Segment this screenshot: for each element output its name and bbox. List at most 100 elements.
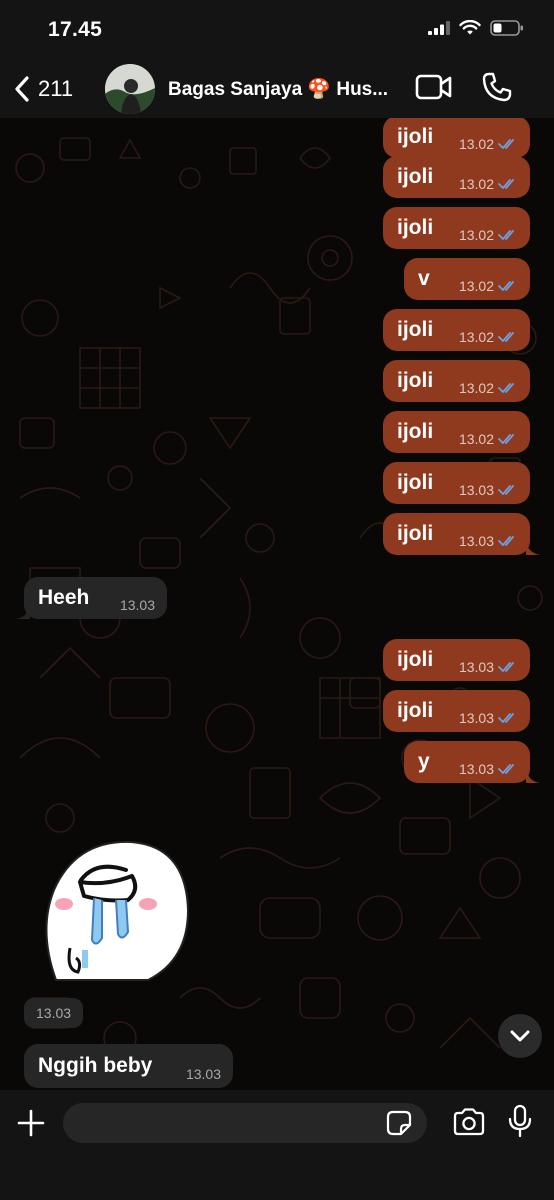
phone-icon [482,72,512,102]
video-call-button[interactable] [415,73,453,106]
message-meta: 13.02 [459,380,518,396]
message-time: 13.03 [458,482,494,498]
message-text: ijoli [397,318,434,341]
message-meta: 13.03 [459,659,518,675]
double-check-read-icon [498,536,514,546]
message-meta: 13.02 [459,136,518,152]
message-text: ijoli [397,471,434,494]
message-text: ijoli [397,648,434,671]
message-meta: 13.02 [459,176,518,192]
message-time: 13.03 [458,533,494,549]
message-text: Nggih beby [38,1054,153,1077]
crying-sticker[interactable] [36,830,196,982]
voice-message-button[interactable] [507,1104,533,1143]
status-bar: 17.45 [0,0,554,60]
message-text: Heeh [38,586,90,609]
message-text: ijoli [397,420,434,443]
camera-icon [453,1108,485,1136]
input-bar [0,1090,554,1200]
status-icons [428,20,524,36]
message-time: 13.03 [185,1066,221,1082]
plus-icon [17,1109,45,1137]
sticker-icon [386,1110,412,1136]
message-time: 13.02 [458,380,494,396]
message-text: v [418,267,430,290]
double-check-read-icon [498,662,514,672]
message-bubble-outgoing[interactable]: v 13.02 [404,258,530,300]
scroll-to-bottom-button[interactable] [498,1014,542,1058]
message-meta: 13.03 [120,597,155,613]
message-text: ijoli [397,216,434,239]
message-meta: 13.02 [459,278,518,294]
message-bubble-outgoing[interactable]: ijoli 13.02 [383,360,530,402]
double-check-read-icon [498,230,514,240]
avatar[interactable] [105,64,155,114]
message-bubble-outgoing[interactable]: ijoli 13.02 [383,207,530,249]
message-meta: 13.02 [459,227,518,243]
chevron-left-icon [15,76,29,102]
message-meta: 13.03 [459,482,518,498]
bubble-tail [16,605,30,619]
attach-button[interactable] [16,1108,46,1143]
message-bubble-outgoing[interactable]: y 13.03 [404,741,540,783]
message-bubble-outgoing[interactable]: ijoli 13.02 [383,309,530,351]
message-time: 13.03 [458,710,494,726]
double-check-read-icon [498,485,514,495]
message-bubble-incoming[interactable]: Nggih beby 13.03 [24,1044,233,1088]
contact-name[interactable]: Bagas Sanjaya 🍄 Hus... [168,77,400,101]
avatar-photo [105,64,155,114]
double-check-read-icon [498,332,514,342]
message-input[interactable] [63,1103,427,1143]
status-time: 17.45 [48,18,103,41]
bubble-tail [526,769,540,783]
message-time: 13.02 [458,227,494,243]
message-text: y [418,750,430,773]
double-check-read-icon [498,281,514,291]
camera-button[interactable] [452,1108,486,1141]
sticker-button[interactable] [386,1110,412,1141]
message-text: ijoli [397,165,434,188]
sticker-time: 13.03 [24,998,84,1028]
video-camera-icon [415,74,452,100]
double-check-read-icon [498,179,514,189]
message-meta: 13.03 [186,1066,221,1082]
message-meta: 13.03 [459,533,518,549]
message-meta: 13.03 [459,761,518,777]
double-check-read-icon [498,764,514,774]
microphone-icon [508,1104,532,1138]
message-time: 13.03 [119,597,155,613]
message-bubble-outgoing[interactable]: ijoli 13.03 [383,639,530,681]
message-bubble-outgoing[interactable]: ijoli 13.03 [383,690,530,732]
message-bubble-outgoing[interactable]: ijoli 13.03 [383,513,540,555]
message-time: 13.03 [458,761,494,777]
message-time: 13.02 [458,176,494,192]
voice-call-button[interactable] [481,71,513,108]
message-text: ijoli [397,699,434,722]
bubble-tail [526,541,540,555]
message-text: ijoli [397,369,434,392]
double-check-read-icon [498,434,514,444]
message-bubble-outgoing[interactable]: ijoli 13.03 [383,462,530,504]
message-bubble-outgoing[interactable]: ijoli 13.02 [383,118,530,158]
unread-count: 211 [38,76,74,101]
double-check-read-icon [498,713,514,723]
message-bubble-outgoing[interactable]: ijoli 13.02 [383,411,530,453]
message-meta: 13.02 [459,329,518,345]
message-text: ijoli [397,125,434,148]
message-bubble-incoming[interactable]: Heeh 13.03 [16,577,167,619]
message-time: 13.02 [458,136,494,152]
message-meta: 13.03 [459,710,518,726]
message-text: ijoli [397,522,434,545]
double-check-read-icon [498,139,514,149]
chat-header: 211 Bagas Sanjaya 🍄 Hus... [0,60,554,118]
wifi-icon [459,20,481,35]
message-time: 13.02 [458,431,494,447]
message-meta: 13.02 [459,431,518,447]
message-time: 13.03 [458,659,494,675]
back-button[interactable]: 211 [14,70,73,108]
chat-area[interactable]: ijoli 13.02 ijoli 13.02 ijoli 13.02 v 13… [0,118,554,1090]
double-check-read-icon [498,383,514,393]
chevron-down-icon [510,1030,530,1042]
battery-icon [490,20,523,36]
message-bubble-outgoing[interactable]: ijoli 13.02 [383,156,530,198]
